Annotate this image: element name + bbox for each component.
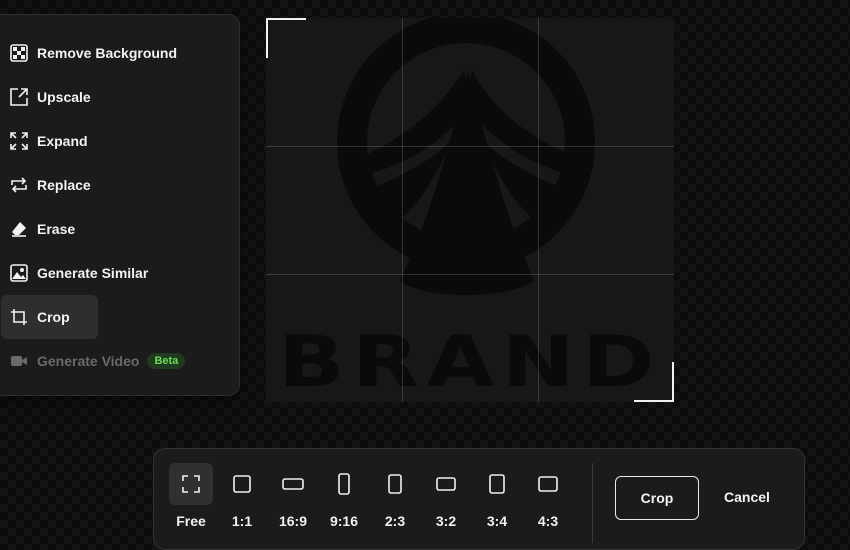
grid-line-vertical	[538, 18, 539, 402]
ratio-label: 3:4	[486, 513, 508, 529]
tool-label: Replace	[37, 177, 91, 193]
ratio-3-2-icon	[424, 463, 468, 505]
tool-label: Erase	[37, 221, 76, 237]
toolbar-divider	[592, 463, 593, 543]
tool-expand[interactable]: Expand	[1, 119, 102, 163]
tool-label: Remove Background	[37, 45, 178, 61]
eraser-icon	[9, 219, 29, 239]
video-camera-icon	[9, 351, 29, 371]
checkerboard-icon	[9, 43, 29, 63]
expand-icon	[9, 131, 29, 151]
tool-label: Expand	[37, 133, 88, 149]
tool-crop[interactable]: Crop	[1, 295, 98, 339]
crop-toolbar: Free 1:1 16:9 9:16 2:3 3:2 3:4 4:3 Crop …	[153, 448, 805, 550]
ratio-2-3-button[interactable]: 2:3	[373, 463, 417, 529]
brand-logo-image: BRAND	[266, 18, 674, 402]
tool-erase[interactable]: Erase	[1, 207, 89, 251]
grid-line-horizontal	[266, 274, 674, 275]
ratio-free-button[interactable]: Free	[169, 463, 213, 529]
image-icon	[9, 263, 29, 283]
tool-generate-video[interactable]: Generate Video Beta	[1, 339, 199, 383]
ratio-1-1-icon	[220, 463, 264, 505]
tool-upscale[interactable]: Upscale	[1, 75, 105, 119]
replace-icon	[9, 175, 29, 195]
ratio-9-16-button[interactable]: 9:16	[322, 463, 366, 529]
crop-handle-bottom-right[interactable]	[634, 362, 674, 402]
ratio-label: 3:2	[435, 513, 457, 529]
ratio-label: 1:1	[231, 513, 253, 529]
ratio-1-1-button[interactable]: 1:1	[220, 463, 264, 529]
ratio-9-16-icon	[322, 463, 366, 505]
ratio-16-9-button[interactable]: 16:9	[271, 463, 315, 529]
tool-replace[interactable]: Replace	[1, 163, 105, 207]
free-crop-icon	[169, 463, 213, 505]
crop-icon	[9, 307, 29, 327]
upscale-icon	[9, 87, 29, 107]
tool-label: Generate Similar	[37, 265, 149, 281]
grid-line-horizontal	[266, 146, 674, 147]
ratio-3-4-icon	[475, 463, 519, 505]
tool-label: Generate Video	[37, 353, 140, 369]
ratio-3-2-button[interactable]: 3:2	[424, 463, 468, 529]
ratio-4-3-icon	[526, 463, 570, 505]
tools-panel: Remove Background Upscale Expand Replace…	[0, 14, 240, 396]
cancel-button[interactable]: Cancel	[712, 476, 782, 518]
grid-line-vertical	[402, 18, 403, 402]
tool-label: Crop	[37, 309, 70, 325]
tool-remove-background[interactable]: Remove Background	[1, 31, 191, 75]
ratio-label: 4:3	[537, 513, 559, 529]
crop-canvas[interactable]: BRAND	[266, 18, 674, 402]
tool-generate-similar[interactable]: Generate Similar	[1, 251, 162, 295]
logo-text: BRAND	[278, 321, 662, 402]
crop-handle-top-left[interactable]	[266, 18, 306, 58]
ratio-label: Free	[176, 513, 206, 529]
ratio-label: 2:3	[384, 513, 406, 529]
apply-crop-button[interactable]: Crop	[615, 476, 699, 520]
tool-label: Upscale	[37, 89, 91, 105]
ratio-2-3-icon	[373, 463, 417, 505]
ratio-3-4-button[interactable]: 3:4	[475, 463, 519, 529]
ratio-label: 9:16	[329, 513, 359, 529]
ratio-4-3-button[interactable]: 4:3	[526, 463, 570, 529]
brand-logo-graphic: BRAND	[278, 18, 662, 402]
ratio-16-9-icon	[271, 463, 315, 505]
beta-badge: Beta	[147, 353, 186, 369]
ratio-label: 16:9	[278, 513, 308, 529]
